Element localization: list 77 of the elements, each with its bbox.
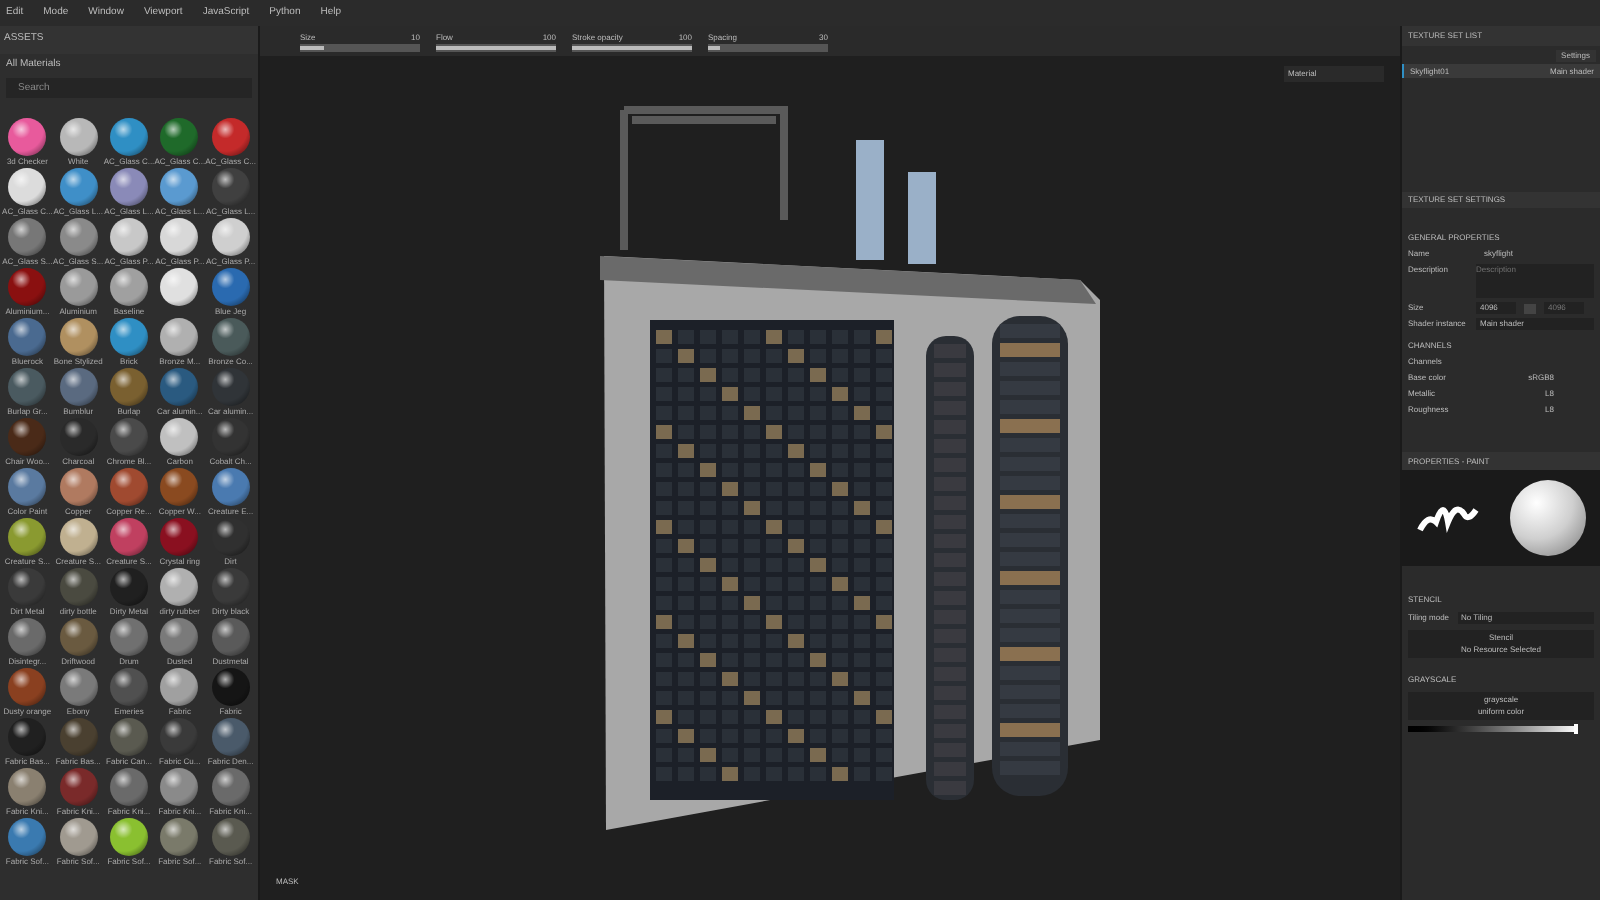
material-thumbnail[interactable]	[211, 818, 250, 856]
material-thumbnail[interactable]	[160, 118, 199, 156]
material-thumbnail[interactable]	[160, 768, 199, 806]
material-thumbnail[interactable]	[109, 518, 148, 556]
material-thumbnail[interactable]	[109, 718, 148, 756]
material-thumbnail[interactable]	[59, 618, 98, 656]
material-thumbnail[interactable]	[59, 268, 98, 306]
material-thumbnail[interactable]	[59, 568, 98, 606]
material-thumbnail[interactable]	[160, 468, 199, 506]
material-thumbnail[interactable]	[8, 468, 47, 506]
material-thumbnail[interactable]	[109, 118, 148, 156]
material-thumbnail[interactable]	[8, 168, 47, 206]
material-thumbnail[interactable]	[160, 718, 199, 756]
slider-track[interactable]	[300, 43, 420, 51]
material-thumbnail[interactable]	[211, 768, 250, 806]
material-thumbnail[interactable]	[8, 618, 47, 656]
material-thumbnail[interactable]	[59, 768, 98, 806]
material-thumbnail[interactable]	[109, 418, 148, 456]
material-thumbnail[interactable]	[211, 418, 250, 456]
material-thumbnail[interactable]	[8, 818, 47, 856]
material-thumbnail[interactable]	[109, 368, 148, 406]
material-thumbnail[interactable]	[211, 168, 250, 206]
material-thumbnail[interactable]	[109, 168, 148, 206]
material-thumbnail[interactable]	[59, 418, 98, 456]
material-thumbnail[interactable]	[59, 668, 98, 706]
material-thumbnail[interactable]	[59, 718, 98, 756]
material-thumbnail[interactable]	[211, 368, 250, 406]
material-thumbnail[interactable]	[59, 218, 98, 256]
material-thumbnail[interactable]	[8, 318, 47, 356]
material-thumbnail[interactable]	[211, 568, 250, 606]
material-thumbnail[interactable]	[8, 368, 47, 406]
material-thumbnail[interactable]	[8, 418, 47, 456]
material-thumbnail[interactable]	[8, 568, 47, 606]
material-thumbnail[interactable]	[160, 268, 199, 306]
material-thumbnail[interactable]	[8, 118, 47, 156]
material-thumbnail[interactable]	[109, 818, 148, 856]
material-thumbnail[interactable]	[8, 668, 47, 706]
material-thumbnail[interactable]	[8, 218, 47, 256]
material-thumbnail[interactable]	[211, 268, 250, 306]
material-thumbnail[interactable]	[160, 168, 199, 206]
material-thumbnail[interactable]	[59, 118, 98, 156]
material-thumbnail[interactable]	[59, 818, 98, 856]
material-thumbnail[interactable]	[8, 718, 47, 756]
material-thumbnail[interactable]	[59, 318, 98, 356]
material-thumbnail[interactable]	[160, 668, 199, 706]
material-thumbnail[interactable]	[109, 318, 148, 356]
material-thumbnail[interactable]	[160, 568, 199, 606]
material-thumbnail[interactable]	[8, 518, 47, 556]
material-thumbnail[interactable]	[109, 468, 148, 506]
material-thumbnail[interactable]	[109, 218, 148, 256]
material-thumbnail[interactable]	[211, 218, 250, 256]
material-thumbnail[interactable]	[109, 568, 148, 606]
material-thumbnail[interactable]	[211, 668, 250, 706]
grayscale-slider[interactable]	[1408, 726, 1578, 732]
material-thumbnail[interactable]	[160, 518, 199, 556]
material-thumbnail[interactable]	[8, 268, 47, 306]
slider-track[interactable]	[708, 43, 828, 51]
material-thumbnail[interactable]	[211, 618, 250, 656]
material-thumbnail[interactable]	[211, 118, 250, 156]
material-thumbnail[interactable]	[8, 768, 47, 806]
material-thumbnail[interactable]	[109, 768, 148, 806]
material-thumbnail[interactable]	[109, 268, 148, 306]
material-thumbnail[interactable]	[109, 618, 148, 656]
material-thumbnail[interactable]	[160, 618, 199, 656]
material-thumbnail[interactable]	[160, 368, 199, 406]
material-thumbnail[interactable]	[59, 468, 98, 506]
material-thumbnail[interactable]	[59, 168, 98, 206]
material-thumbnail[interactable]	[160, 418, 199, 456]
material-thumbnail[interactable]	[59, 368, 98, 406]
material-thumbnail[interactable]	[59, 518, 98, 556]
material-thumbnail[interactable]	[211, 468, 250, 506]
material-thumbnail[interactable]	[109, 668, 148, 706]
material-thumbnail[interactable]	[211, 318, 250, 356]
material-thumbnail[interactable]	[211, 718, 250, 756]
material-thumbnail[interactable]	[160, 318, 199, 356]
material-thumbnail[interactable]	[160, 218, 199, 256]
material-thumbnail[interactable]	[160, 818, 199, 856]
